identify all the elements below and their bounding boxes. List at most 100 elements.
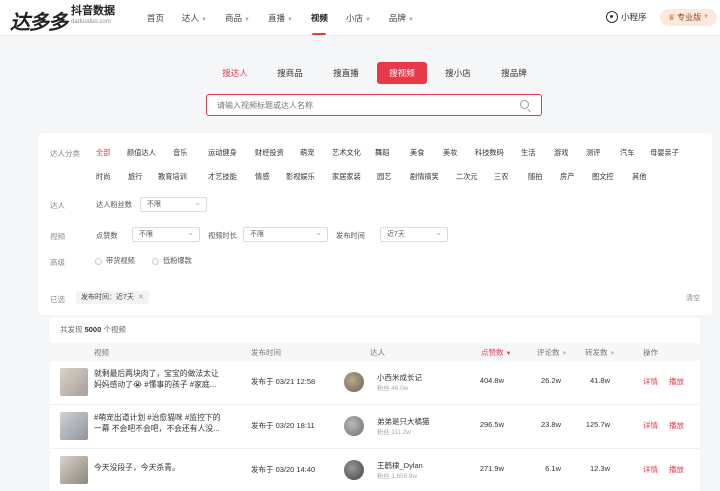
- nav-kol[interactable]: 达人 ▼: [173, 0, 216, 36]
- nav-home[interactable]: 首页: [138, 0, 173, 36]
- tab-search-live[interactable]: 搜直播: [329, 62, 363, 84]
- duration-select[interactable]: 不限: [243, 226, 328, 242]
- comments-value: 6.1w: [545, 464, 561, 473]
- col-publish-time: 发布时间: [251, 348, 281, 357]
- likes-select[interactable]: 不限: [132, 226, 200, 242]
- kol-filter-label: 达人: [50, 201, 65, 210]
- category-chip[interactable]: 母婴亲子: [650, 148, 679, 158]
- duration-label: 视频时长: [208, 231, 237, 240]
- tab-search-video[interactable]: 搜视频: [377, 62, 427, 84]
- category-chip[interactable]: 测评: [586, 148, 600, 158]
- selected-tag-publish-time[interactable]: 发布时间：近7天 ✕: [76, 291, 149, 304]
- avatar[interactable]: [344, 416, 364, 436]
- category-chip[interactable]: 萌宠: [300, 148, 314, 158]
- category-chip[interactable]: 财经投资: [255, 148, 284, 158]
- play-button[interactable]: 播放: [669, 464, 684, 475]
- col-likes-sort[interactable]: 点赞数 ▼: [481, 347, 511, 358]
- clear-filters-button[interactable]: 清空: [686, 293, 700, 303]
- radio-selling-video[interactable]: 带货视频: [95, 256, 135, 266]
- category-chip[interactable]: 颜值达人: [127, 148, 156, 158]
- radio-circle-icon: [95, 257, 102, 265]
- avatar[interactable]: [344, 460, 364, 480]
- mini-program-button[interactable]: 小程序: [606, 11, 647, 23]
- tab-search-shop[interactable]: 搜小店: [441, 62, 475, 84]
- likes-value: 271.9w: [479, 464, 504, 473]
- nav-product[interactable]: 商品 ▼: [216, 0, 259, 36]
- category-chip[interactable]: 园艺: [377, 172, 391, 182]
- video-title[interactable]: 就剩最后两块肉了，宝宝的做法太让妈妈感动了😭 #懂事的孩子 #家庭...: [94, 368, 224, 390]
- tab-search-brand[interactable]: 搜品牌: [497, 62, 531, 84]
- category-chip[interactable]: 房产: [560, 172, 574, 182]
- video-thumbnail[interactable]: [60, 456, 88, 484]
- kol-name[interactable]: 小西米成长记: [377, 372, 422, 383]
- category-chip[interactable]: 教育培训: [158, 172, 187, 182]
- fans-label: 达人粉丝数: [96, 200, 132, 209]
- table-row[interactable]: 就剩最后两块肉了，宝宝的做法太让妈妈感动了😭 #懂事的孩子 #家庭... 发布于…: [50, 361, 700, 405]
- category-chip[interactable]: 情感: [255, 172, 269, 182]
- category-chip[interactable]: 其他: [632, 172, 646, 182]
- video-filter-label: 视频: [50, 232, 65, 241]
- category-chip[interactable]: 舞蹈: [375, 148, 389, 158]
- chevron-down-icon: ▼: [286, 17, 293, 23]
- category-chip[interactable]: 汽车: [620, 148, 634, 158]
- category-chip[interactable]: 图文控: [592, 172, 614, 182]
- category-chip[interactable]: 时尚: [96, 172, 110, 182]
- category-chip[interactable]: 运动健身: [208, 148, 237, 158]
- detail-button[interactable]: 详情: [643, 420, 658, 431]
- category-chip[interactable]: 二次元: [456, 172, 478, 182]
- play-button[interactable]: 播放: [669, 420, 684, 431]
- category-chip[interactable]: 美食: [410, 148, 424, 158]
- category-chip[interactable]: 艺术文化: [332, 148, 361, 158]
- category-chip[interactable]: 美妆: [443, 148, 457, 158]
- logo-mark: 达多多: [10, 12, 68, 34]
- video-thumbnail[interactable]: [60, 368, 88, 396]
- kol-name[interactable]: 王鹤棣_Dylan: [377, 460, 423, 471]
- chevron-down-icon: ▼: [407, 17, 414, 23]
- category-chip[interactable]: 游戏: [554, 148, 568, 158]
- chevron-down-icon: ▼: [201, 17, 207, 23]
- avatar[interactable]: [344, 372, 364, 392]
- close-icon[interactable]: ✕: [138, 294, 144, 301]
- category-chip[interactable]: 三农: [494, 172, 508, 182]
- category-chip[interactable]: 家居家装: [332, 172, 361, 182]
- video-title[interactable]: #萌宠出道计划 #治愈猫咪 #监控下的一幕 不会吧不会吧，不会还有人没...: [94, 412, 224, 434]
- search-icon[interactable]: [520, 100, 529, 109]
- detail-button[interactable]: 详情: [643, 464, 658, 475]
- search-input[interactable]: [217, 95, 517, 115]
- logo[interactable]: 达多多 抖音数据 daduoduo.com: [10, 6, 115, 35]
- tab-search-product[interactable]: 搜商品: [273, 62, 307, 84]
- radio-low-fans-hit[interactable]: 低粉爆款: [152, 256, 192, 266]
- detail-button[interactable]: 详情: [643, 376, 658, 387]
- search-type-tabs: 搜达人 搜商品 搜直播 搜视频 搜小店 搜品牌: [0, 62, 720, 84]
- col-shares-sort[interactable]: 转发数 ▼: [585, 347, 615, 358]
- category-chip[interactable]: 影视娱乐: [286, 172, 315, 182]
- kol-name[interactable]: 弟弟是只大橘猫: [377, 416, 430, 427]
- nav-live[interactable]: 直播 ▼: [259, 0, 302, 36]
- publish-time-select[interactable]: 近7天: [380, 226, 448, 242]
- category-chip[interactable]: 全部: [96, 148, 110, 158]
- table-row[interactable]: #萌宠出道计划 #治愈猫咪 #监控下的一幕 不会吧不会吧，不会还有人没... 发…: [50, 405, 700, 449]
- kol-fans: 粉丝 46.0w: [377, 385, 409, 392]
- comments-value: 26.2w: [540, 376, 561, 385]
- play-button[interactable]: 播放: [669, 376, 684, 387]
- pro-version-button[interactable]: ♛ 专业版 ▼: [660, 9, 718, 26]
- category-chip[interactable]: 随拍: [528, 172, 542, 182]
- tab-search-kol[interactable]: 搜达人: [218, 62, 252, 84]
- table-row[interactable]: 今天没段子，今天杀青。 发布于 03/20 14:40 王鹤棣_Dylan 粉丝…: [50, 449, 700, 491]
- likes-value: 404.8w: [479, 376, 504, 385]
- category-chip[interactable]: 剧情搞笑: [410, 172, 439, 182]
- category-chip[interactable]: 科技数码: [475, 148, 504, 158]
- category-chip[interactable]: 音乐: [173, 148, 187, 158]
- category-chip[interactable]: 旅行: [128, 172, 142, 182]
- col-comments-sort[interactable]: 评论数 ▼: [537, 347, 567, 358]
- fans-select[interactable]: 不限: [140, 196, 207, 212]
- col-ops: 操作: [643, 348, 658, 357]
- video-title[interactable]: 今天没段子，今天杀青。: [94, 462, 224, 473]
- chevron-down-icon: ▼: [703, 14, 710, 20]
- nav-video[interactable]: 视频: [302, 0, 337, 36]
- nav-shop[interactable]: 小店 ▼: [337, 0, 380, 36]
- nav-brand[interactable]: 品牌 ▼: [380, 0, 423, 36]
- video-thumbnail[interactable]: [60, 412, 88, 440]
- category-chip[interactable]: 生活: [521, 148, 535, 158]
- category-chip[interactable]: 才艺技能: [208, 172, 237, 182]
